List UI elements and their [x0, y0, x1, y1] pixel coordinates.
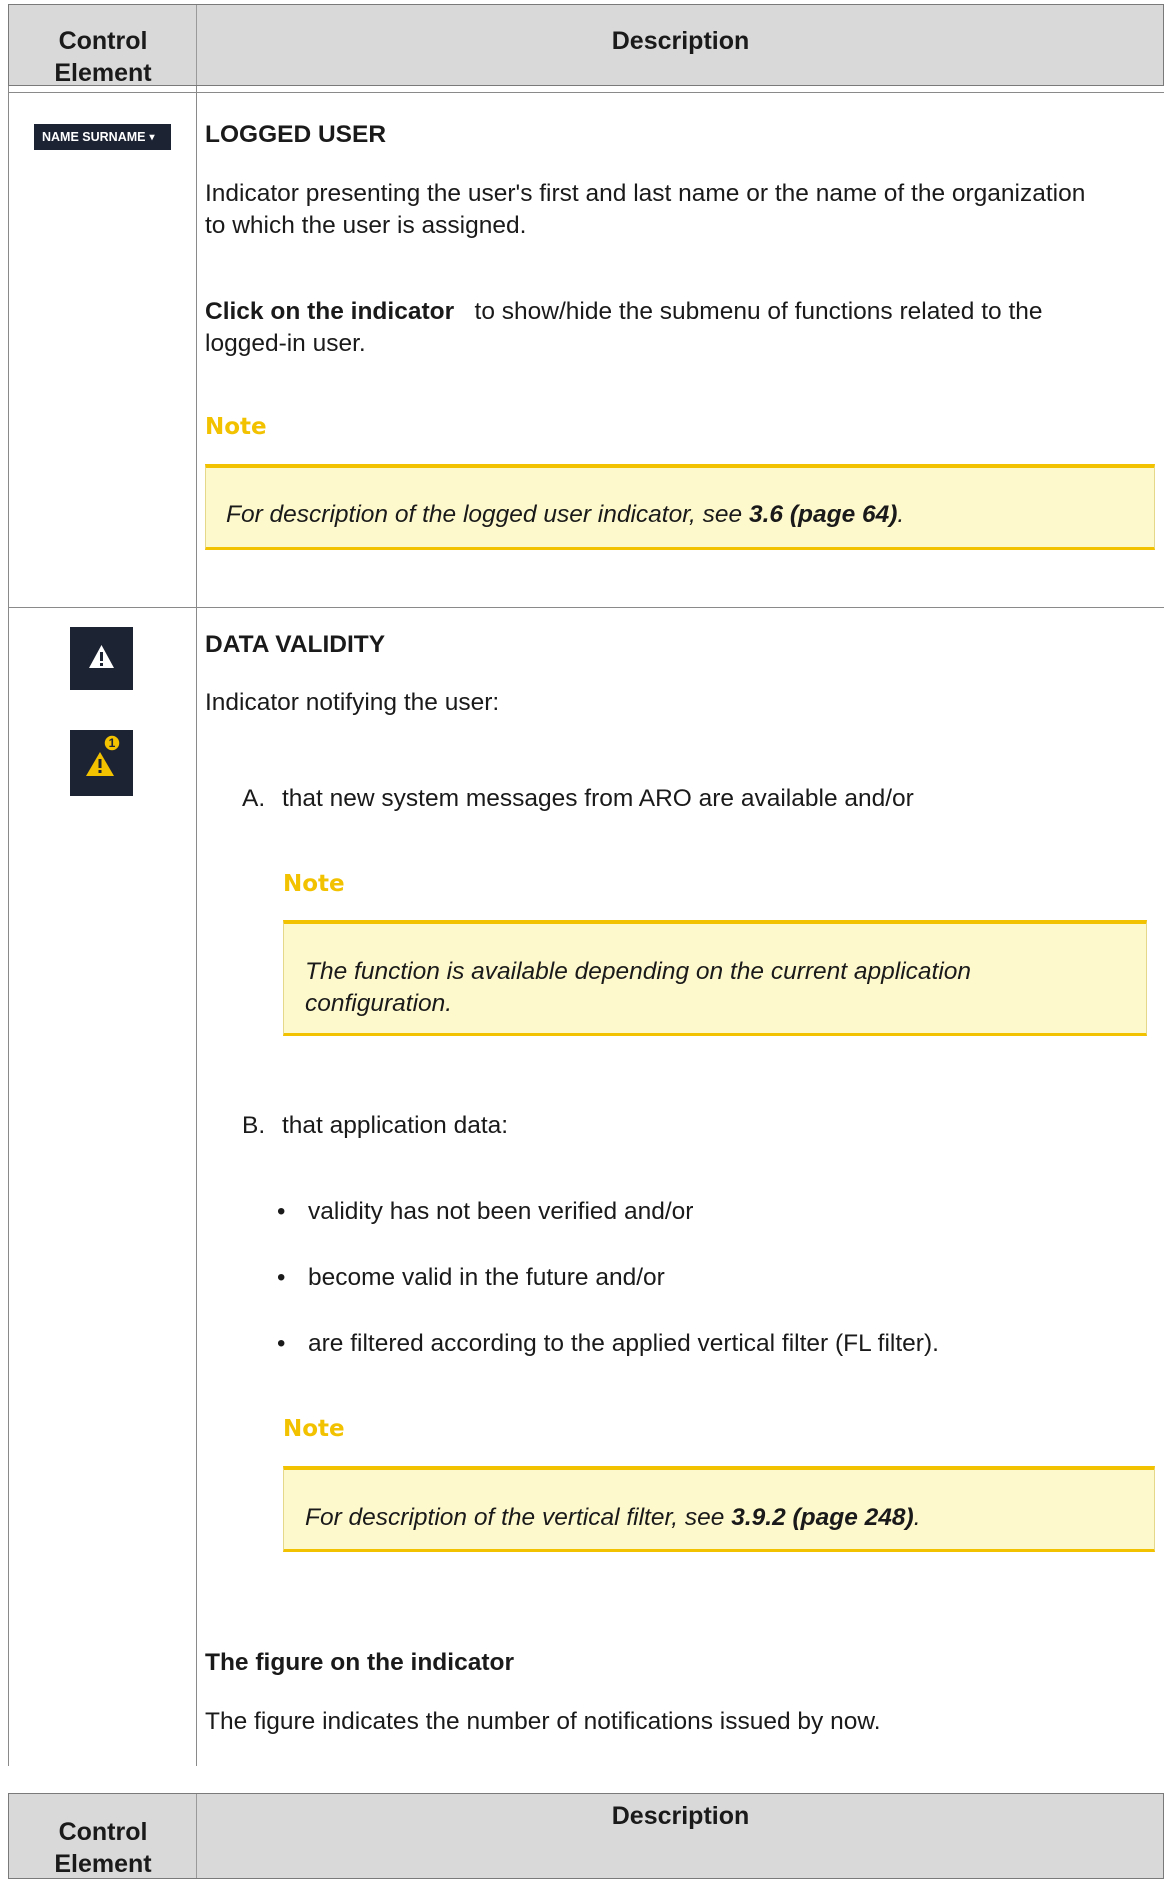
logged-user-title: LOGGED USER	[205, 121, 387, 148]
bullet-item: are filtered according to the applied ve…	[308, 1330, 939, 1357]
logged-user-note-suffix: .	[897, 501, 905, 528]
bullet-marker: •	[277, 1264, 286, 1291]
item-a-text: that new system messages from ARO are av…	[282, 785, 914, 812]
header-control-line1: Control	[58, 27, 148, 55]
warning-with-count-icon	[86, 734, 121, 776]
figure-title: The figure on the indicator	[205, 1649, 514, 1676]
header-description: Description	[611, 1802, 750, 1830]
item-a-note-label: Note	[283, 871, 345, 897]
header-description: Description	[611, 27, 750, 55]
data-validity-intro: Indicator notifying the user:	[205, 689, 500, 716]
logged-user-note-ref[interactable]: 3.6 (page 64)	[749, 501, 897, 528]
notification-count-badge: 1	[108, 736, 116, 750]
table-left-border	[8, 86, 9, 1766]
header-control-line2: Element	[54, 1850, 152, 1878]
bullet-marker: •	[277, 1330, 286, 1357]
data-validity-indicator[interactable]	[70, 627, 133, 690]
click-indicator-rest: to show/hide the submenu of functions re…	[474, 298, 1043, 325]
header-control-element: Control Element	[9, 1816, 197, 1879]
logged-user-note-label: Note	[205, 414, 267, 440]
logged-user-click-line2: logged-in user.	[205, 330, 366, 357]
warning-icon	[89, 645, 114, 668]
bullet-marker: •	[277, 1198, 286, 1225]
logged-user-desc-line1: Indicator presenting the user's first an…	[205, 180, 1086, 207]
figure-description: The figure indicates the number of notif…	[205, 1708, 881, 1735]
item-b-note-label: Note	[283, 1416, 345, 1442]
item-b-note-text: For description of the vertical filter, …	[305, 1502, 921, 1534]
item-a-note-line2: configuration.	[305, 990, 453, 1017]
table-header-repeat: Control Element Description	[8, 1793, 1164, 1879]
data-validity-title: DATA VALIDITY	[205, 631, 386, 658]
header-control-line2: Element	[54, 59, 152, 87]
header-control-line1: Control	[58, 1818, 148, 1846]
header-bottom-rule	[8, 92, 1164, 93]
table-header: Control Element Description	[8, 4, 1164, 89]
item-b-text: that application data:	[282, 1112, 509, 1139]
item-a-note-line1: The function is available depending on t…	[305, 958, 972, 985]
data-validity-indicator-with-count[interactable]: 1	[70, 730, 133, 796]
logged-user-desc-line2: to which the user is assigned.	[205, 212, 527, 239]
table-column-divider	[196, 86, 197, 1766]
header-control-element: Control Element	[9, 25, 197, 89]
item-b-note-ref[interactable]: 3.9.2 (page 248)	[731, 1504, 913, 1531]
name-surname-label: NAME SURNAME	[42, 130, 146, 144]
click-indicator-bold: Click on the indicator	[205, 298, 455, 325]
row-divider	[8, 607, 1164, 608]
bullet-item: become valid in the future and/or	[308, 1264, 665, 1291]
logged-user-note-prefix: For description of the logged user indic…	[226, 501, 749, 528]
item-b-marker: B.	[242, 1112, 266, 1139]
logged-user-note-text: For description of the logged user indic…	[226, 499, 904, 531]
caret-down-icon: ▾	[149, 132, 155, 143]
logged-user-click-line1: Click on the indicator to show/hide the …	[205, 296, 1043, 328]
bullet-item: validity has not been verified and/or	[308, 1198, 694, 1225]
item-a-marker: A.	[242, 785, 266, 812]
item-b-note-suffix: .	[913, 1504, 921, 1531]
item-b-note-prefix: For description of the vertical filter, …	[305, 1504, 732, 1531]
name-surname-indicator[interactable]: NAME SURNAME ▾	[34, 124, 171, 150]
